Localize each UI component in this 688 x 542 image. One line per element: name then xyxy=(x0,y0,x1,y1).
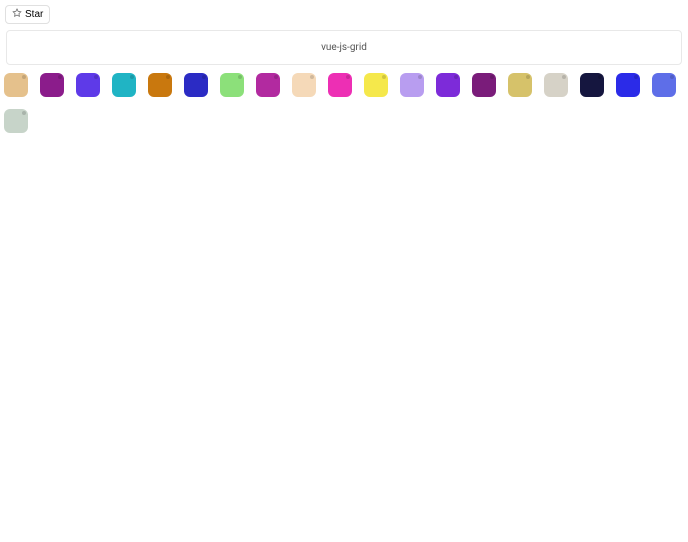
tile-handle-icon xyxy=(670,75,674,79)
grid-tile[interactable] xyxy=(220,73,244,97)
grid-tile[interactable] xyxy=(4,73,28,97)
grid-tile[interactable] xyxy=(112,73,136,97)
grid-tile[interactable] xyxy=(184,73,208,97)
tile-handle-icon xyxy=(418,75,422,79)
tile-handle-icon xyxy=(346,75,350,79)
tile-handle-icon xyxy=(310,75,314,79)
tile-handle-icon xyxy=(382,75,386,79)
tile-handle-icon xyxy=(58,75,62,79)
header-title-box: vue-js-grid xyxy=(6,30,682,65)
grid-tile[interactable] xyxy=(508,73,532,97)
tile-handle-icon xyxy=(454,75,458,79)
color-grid xyxy=(4,73,684,133)
tile-handle-icon xyxy=(274,75,278,79)
grid-tile[interactable] xyxy=(328,73,352,97)
grid-tile[interactable] xyxy=(472,73,496,97)
grid-tile[interactable] xyxy=(364,73,388,97)
star-button[interactable]: Star xyxy=(5,5,50,24)
tile-handle-icon xyxy=(598,75,602,79)
tile-handle-icon xyxy=(634,75,638,79)
grid-tile[interactable] xyxy=(400,73,424,97)
tile-handle-icon xyxy=(130,75,134,79)
grid-tile[interactable] xyxy=(580,73,604,97)
tile-handle-icon xyxy=(202,75,206,79)
tile-handle-icon xyxy=(22,111,26,115)
grid-tile[interactable] xyxy=(292,73,316,97)
grid-tile[interactable] xyxy=(40,73,64,97)
grid-tile[interactable] xyxy=(652,73,676,97)
header-title: vue-js-grid xyxy=(321,42,367,53)
grid-tile[interactable] xyxy=(544,73,568,97)
grid-tile[interactable] xyxy=(76,73,100,97)
tile-handle-icon xyxy=(238,75,242,79)
tile-handle-icon xyxy=(166,75,170,79)
star-icon xyxy=(12,8,22,21)
tile-handle-icon xyxy=(94,75,98,79)
tile-handle-icon xyxy=(22,75,26,79)
grid-tile[interactable] xyxy=(616,73,640,97)
tile-handle-icon xyxy=(490,75,494,79)
grid-tile[interactable] xyxy=(148,73,172,97)
tile-handle-icon xyxy=(526,75,530,79)
tile-handle-icon xyxy=(562,75,566,79)
grid-tile[interactable] xyxy=(436,73,460,97)
grid-tile[interactable] xyxy=(256,73,280,97)
grid-tile[interactable] xyxy=(4,109,28,133)
star-label: Star xyxy=(25,9,43,20)
